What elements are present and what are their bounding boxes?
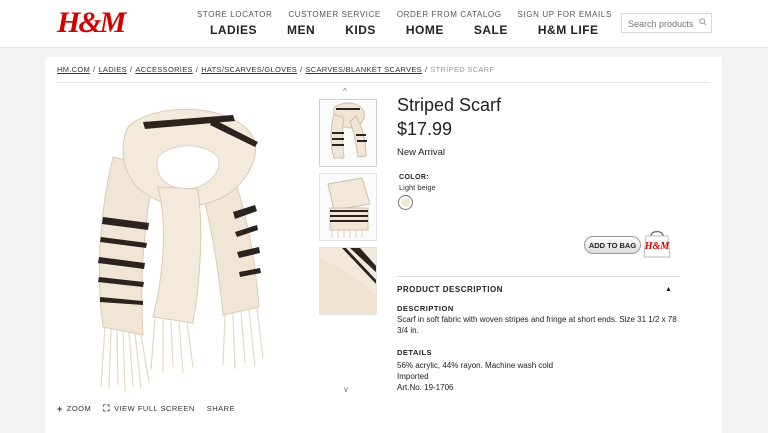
thumbnail-strip: ^ ∨	[317, 87, 379, 397]
nav-ladies[interactable]: LADIES	[210, 23, 257, 37]
breadcrumb-separator: /	[129, 65, 133, 74]
zoom-label: ZOOM	[66, 404, 92, 413]
breadcrumb-current: STRIPED SCARF	[430, 65, 495, 74]
hm-logo[interactable]: H&M	[57, 6, 126, 40]
share-button[interactable]: SHARE	[207, 404, 235, 413]
thumbnail-detail[interactable]	[319, 247, 377, 315]
breadcrumb-separator: /	[424, 65, 428, 74]
details-label: DETAILS	[397, 348, 433, 357]
breadcrumb: HM.COM / LADIES / ACCESSORIES / HATS/SCARVES/G…	[57, 65, 494, 74]
description-label: DESCRIPTION	[397, 304, 454, 313]
utility-nav: STORE LOCATOR CUSTOMER SERVICE ORDER FRO…	[197, 10, 628, 19]
search-box	[621, 13, 712, 33]
color-name: Light beige	[399, 183, 436, 192]
image-tools: + ZOOM ⛶ VIEW FULL SCREEN SHARE	[57, 403, 247, 414]
product-price: $17.99	[397, 119, 453, 139]
product-panel: HM.COM / LADIES / ACCESSORIES / HATS/SCARVES/G…	[45, 57, 722, 433]
breadcrumb-hats-scarves-gloves[interactable]: HATS/SCARVES/GLOVES	[201, 65, 297, 74]
order-from-catalog-link[interactable]: ORDER FROM CATALOG	[397, 10, 502, 19]
breadcrumb-separator: /	[300, 65, 303, 74]
nav-kids[interactable]: KIDS	[345, 23, 376, 37]
search-input[interactable]	[622, 15, 698, 33]
share-label: SHARE	[206, 404, 236, 413]
details-article-number: Art.No. 19-1706	[397, 383, 454, 392]
full-screen-button[interactable]: ⛶ VIEW FULL SCREEN	[103, 403, 194, 414]
thumbs-up-arrow-icon[interactable]: ^	[343, 87, 347, 96]
sign-up-emails-link[interactable]: SIGN UP FOR EMAILS	[518, 10, 612, 19]
new-arrival-badge: New Arrival	[397, 147, 446, 158]
full-screen-label: VIEW FULL SCREEN	[114, 404, 195, 413]
nav-sale[interactable]: SALE	[474, 23, 508, 37]
divider	[57, 82, 710, 83]
breadcrumb-hm[interactable]: HM.COM	[57, 65, 90, 74]
product-description-heading[interactable]: PRODUCT DESCRIPTION	[397, 285, 503, 294]
collapse-arrow-icon[interactable]: ▲	[665, 286, 672, 293]
shopping-bag-icon[interactable]: H&M	[641, 227, 673, 259]
bag-logo: H&M	[644, 241, 671, 252]
expand-icon: ⛶	[103, 403, 111, 413]
details-origin: Imported	[397, 372, 429, 381]
breadcrumb-separator: /	[195, 65, 199, 74]
search-icon[interactable]	[699, 18, 707, 26]
nav-men[interactable]: MEN	[287, 23, 315, 37]
site-header: H&M STORE LOCATOR CUSTOMER SERVICE ORDER…	[0, 0, 768, 48]
breadcrumb-accessories[interactable]: ACCESSORIES	[135, 65, 192, 74]
thumbnail-folded[interactable]	[319, 173, 377, 241]
color-label: COLOR:	[399, 174, 430, 181]
nav-home[interactable]: HOME	[406, 23, 444, 37]
divider	[397, 276, 680, 277]
thumbnail-draped[interactable]	[319, 99, 377, 167]
product-title: Striped Scarf	[397, 95, 502, 115]
plus-icon: +	[57, 403, 63, 414]
details-material: 56% acrylic, 44% rayon. Machine wash col…	[397, 361, 554, 370]
add-to-bag-button[interactable]: ADD TO BAG	[584, 236, 641, 254]
description-text: Scarf in soft fabric with woven stripes …	[397, 315, 677, 335]
zoom-button[interactable]: + ZOOM	[57, 404, 91, 414]
color-swatch-light-beige[interactable]	[398, 195, 413, 210]
thumbs-down-arrow-icon[interactable]: ∨	[343, 385, 349, 394]
breadcrumb-ladies[interactable]: LADIES	[98, 65, 126, 74]
main-nav: LADIES MEN KIDS HOME SALE H&M LIFE	[210, 23, 629, 37]
nav-hm-life[interactable]: H&M LIFE	[538, 23, 599, 37]
customer-service-link[interactable]: CUSTOMER SERVICE	[288, 10, 380, 19]
breadcrumb-scarves[interactable]: SCARVES/BLANKET SCARVES	[305, 65, 422, 74]
product-main-image[interactable]	[73, 97, 313, 397]
breadcrumb-separator: /	[93, 65, 96, 74]
store-locator-link[interactable]: STORE LOCATOR	[197, 10, 272, 19]
